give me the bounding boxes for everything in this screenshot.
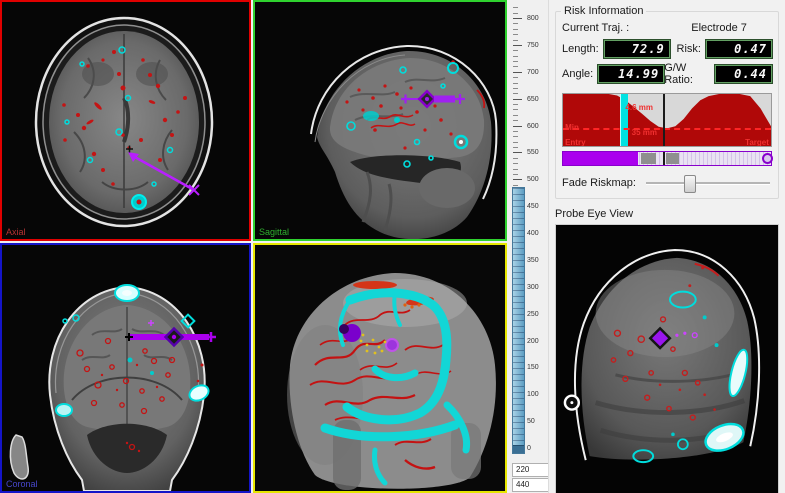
probe-eye-group: Probe Eye View <box>555 208 779 493</box>
fade-riskmap-slider[interactable] <box>644 174 772 193</box>
probe-eye-view-image[interactable] <box>555 224 779 493</box>
risk-profile-chart[interactable]: 4.6 mm 35 mm Min Entry Target <box>562 93 772 147</box>
risk-information-title: Risk Information <box>561 5 647 17</box>
ruler-range-bar[interactable] <box>512 187 525 454</box>
risk-information-panel: Risk Information Current Traj. : Electro… <box>548 0 785 493</box>
axial-mri-image <box>2 2 249 239</box>
ruler-value-field-1[interactable]: 220 <box>512 463 550 477</box>
gw-ratio-display: 0.44 <box>713 64 774 84</box>
chart-cursor-line[interactable] <box>662 94 665 146</box>
viewport-coronal[interactable]: Coronal <box>0 243 251 493</box>
current-position-marker <box>620 94 629 146</box>
electrode-diagram <box>562 151 773 166</box>
coronal-mri-image <box>2 245 249 491</box>
risk-information-group: Risk Information Current Traj. : Electro… <box>555 5 779 199</box>
fade-slider-track <box>645 182 770 185</box>
gw-ratio-label: G/W Ratio: <box>664 62 693 86</box>
risk-area-plot <box>563 94 771 146</box>
electrode-tip-marker <box>761 153 773 164</box>
electrode-name: Electrode 7 <box>691 22 747 34</box>
angle-label: Angle: <box>562 68 594 80</box>
3d-vessel-render-image <box>255 245 505 491</box>
fade-slider-thumb[interactable] <box>683 175 696 193</box>
electrode-cursor-line <box>662 152 665 165</box>
probe-eye-mri-image <box>556 226 778 493</box>
viewport-label-sagittal: Sagittal <box>259 227 290 237</box>
risk-label: Risk: <box>676 43 701 55</box>
length-label: Length: <box>562 43 599 55</box>
fade-riskmap-label: Fade Riskmap: <box>562 177 636 189</box>
ruler-value-field-2[interactable]: 440 <box>512 478 550 492</box>
viewport-label-axial: Axial <box>6 227 26 237</box>
trajectory-planning-window: Axial Sagittal Coronal 0 50 100 150 200 … <box>0 0 785 493</box>
risk-display: 0.47 <box>705 39 773 59</box>
viewport-3d-render[interactable] <box>253 243 507 493</box>
minimum-risk-line <box>563 128 771 131</box>
viewport-axial[interactable]: Axial <box>0 0 251 241</box>
probe-eye-view-title: Probe Eye View <box>555 208 634 220</box>
angle-display: 14.99 <box>597 64 666 84</box>
viewport-label-coronal: Coronal <box>6 479 38 489</box>
sagittal-mri-image <box>255 2 505 239</box>
current-traj-label: Current Traj. : <box>562 22 630 34</box>
electrode-inserted-portion <box>563 152 638 165</box>
window-level-ruler[interactable]: 0 50 100 150 200 250 300 350 400 450 500 550 600 650 7… <box>509 0 550 493</box>
viewport-sagittal[interactable]: Sagittal <box>253 0 507 241</box>
ruler-thumb[interactable] <box>513 445 524 453</box>
length-display: 72.9 <box>602 39 671 59</box>
